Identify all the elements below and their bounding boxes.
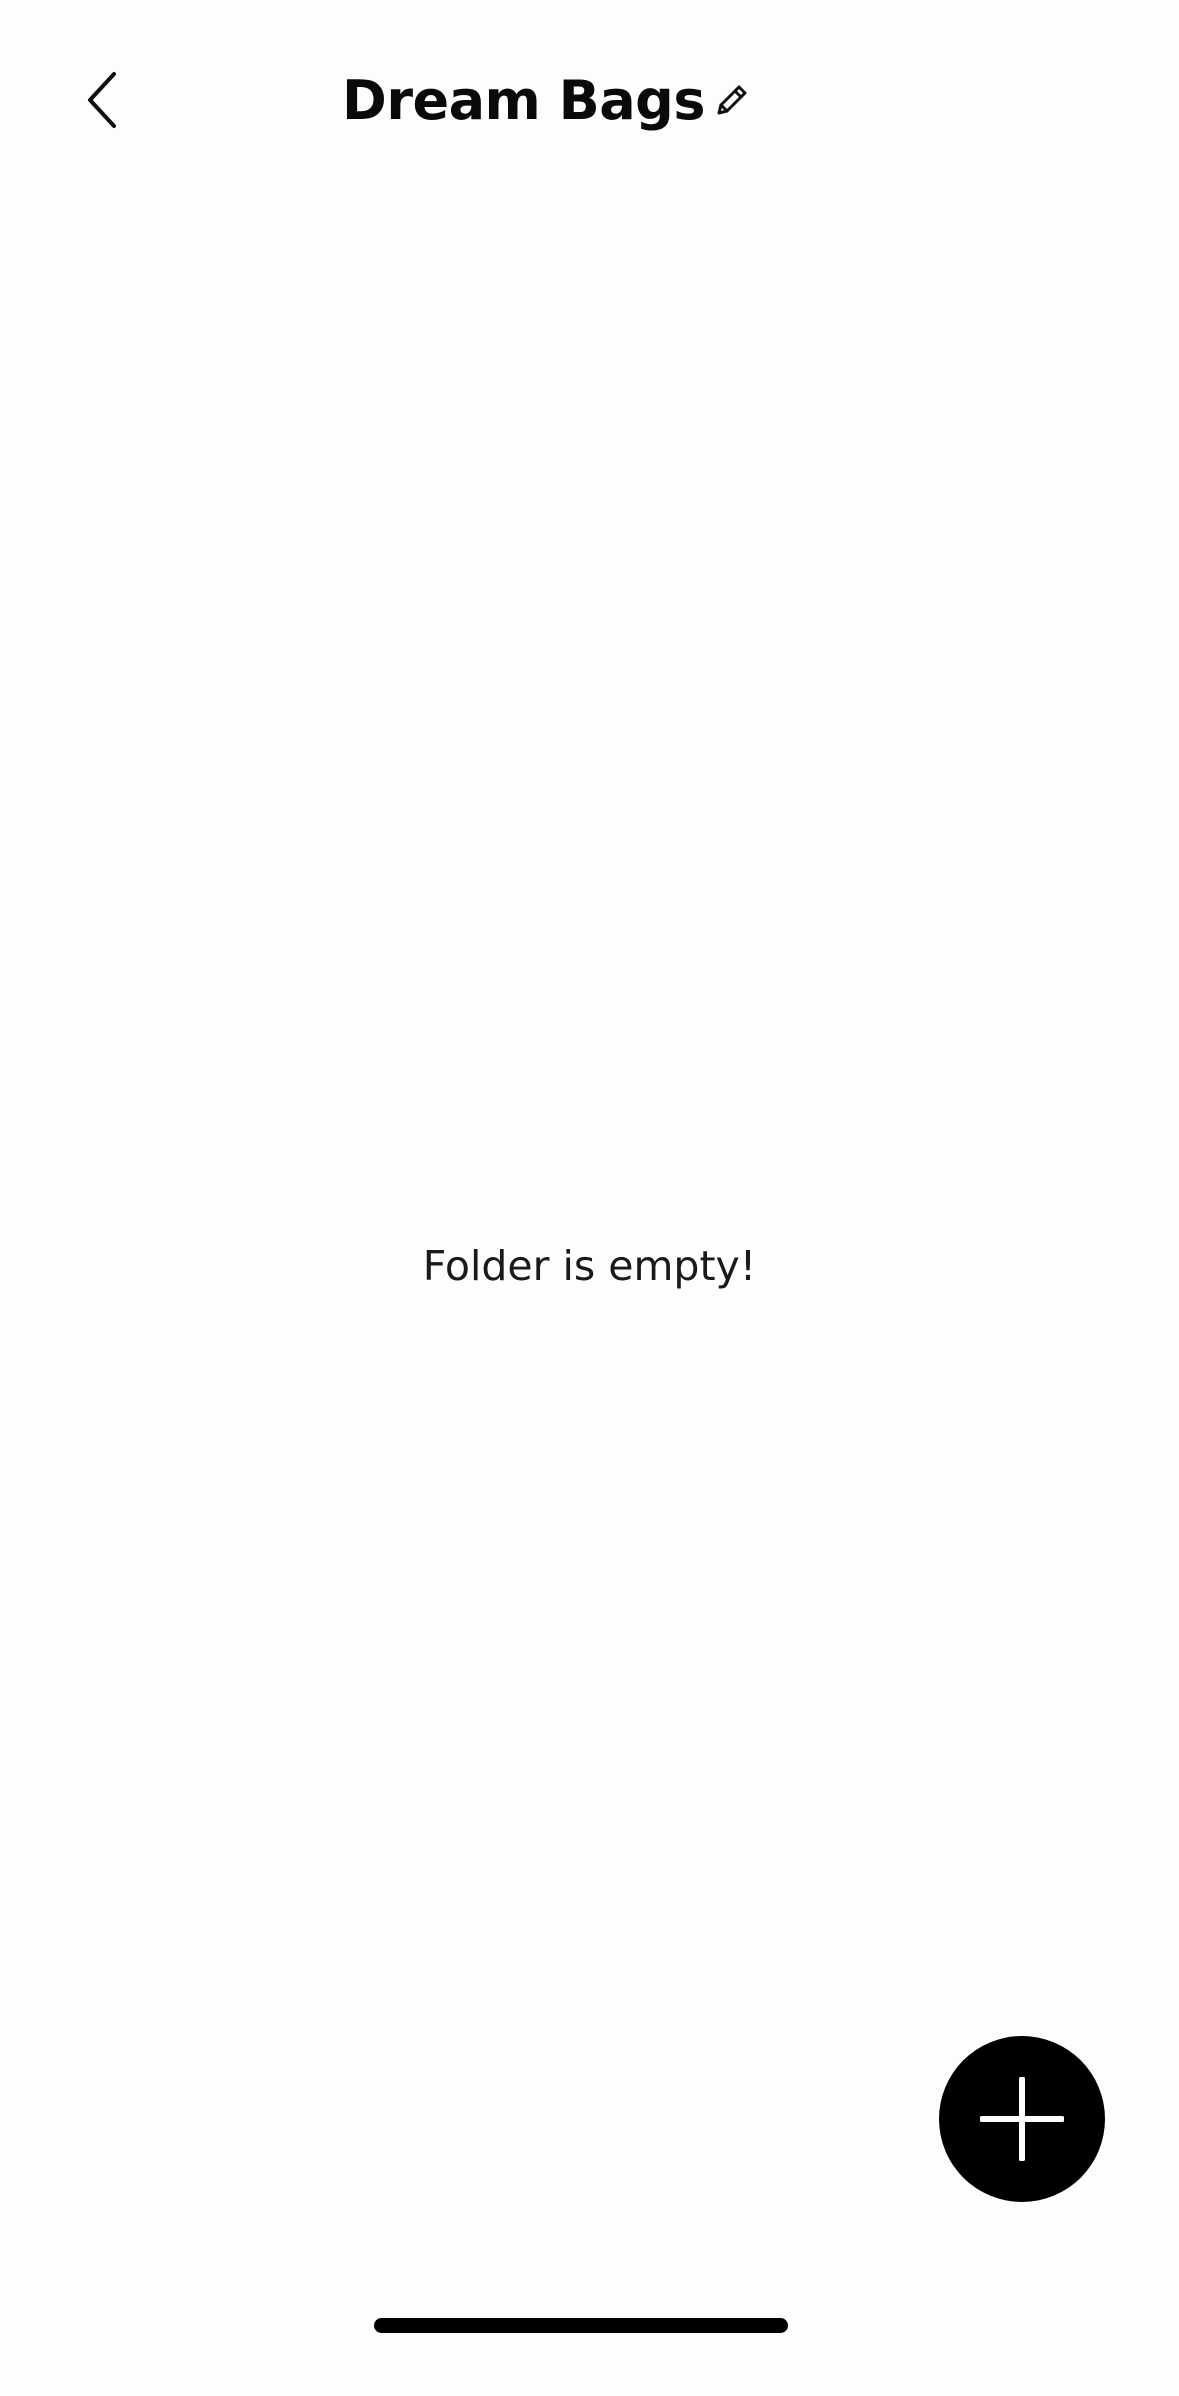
page-title: Dream Bags [342, 68, 705, 132]
edit-title-button[interactable] [700, 68, 764, 132]
plus-icon [980, 2077, 1064, 2161]
title-container: Dream Bags [0, 55, 1179, 145]
top-bar: Dream Bags [0, 0, 1179, 200]
pencil-icon [717, 85, 747, 115]
home-indicator[interactable] [374, 2318, 788, 2333]
empty-state-message: Folder is empty! [422, 1242, 757, 1290]
add-item-button[interactable] [939, 2036, 1105, 2202]
